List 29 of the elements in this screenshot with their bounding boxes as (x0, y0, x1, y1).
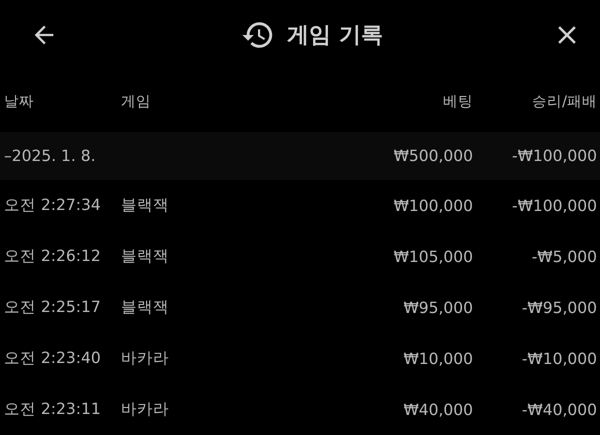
column-header: 베팅 (443, 92, 473, 110)
date-group-label: –2025. 1. 8. (4, 147, 97, 165)
table-cell: ₩40,000 (403, 400, 473, 418)
column-header: 승리/패배 (532, 92, 597, 110)
table-cell-text: 오전 2:27:34 (4, 195, 102, 216)
table-cell-text: 블랙잭 (121, 297, 170, 318)
table-cell: -₩40,000 (522, 400, 597, 418)
column-header: 날짜 (4, 92, 35, 110)
table-cell: -₩100,000 (512, 196, 597, 214)
table-cell: ₩10,000 (403, 350, 473, 368)
table-cell-text: 바카라 (121, 348, 170, 369)
table-cell-text: 오전 2:25:17 (4, 297, 102, 318)
page-title: 게임 기록 (287, 22, 383, 50)
table-cell-text: 오전 2:26:12 (4, 246, 102, 267)
table-cell: ₩500,000 (394, 147, 473, 165)
table-cell-text: 블랙잭 (121, 195, 170, 216)
table-cell: -₩5,000 (532, 248, 597, 266)
table-cell: -₩95,000 (522, 298, 597, 316)
table-cell: ₩100,000 (394, 196, 473, 214)
table-cell-text: 바카라 (121, 399, 170, 420)
table-cell: -₩100,000 (512, 147, 597, 165)
table-cell: -₩10,000 (522, 350, 597, 368)
table-cell-text: 블랙잭 (121, 246, 170, 267)
date-group-row[interactable]: –2025. 1. 8. ₩500,000 -₩100,000 (0, 132, 600, 180)
table-cell-text: 오전 2:23:40 (4, 348, 102, 369)
column-header: 게임 (121, 92, 152, 110)
table-cell: ₩95,000 (403, 298, 473, 316)
table-cell-text: 오전 2:23:11 (4, 399, 102, 420)
table-cell: ₩105,000 (394, 248, 473, 266)
